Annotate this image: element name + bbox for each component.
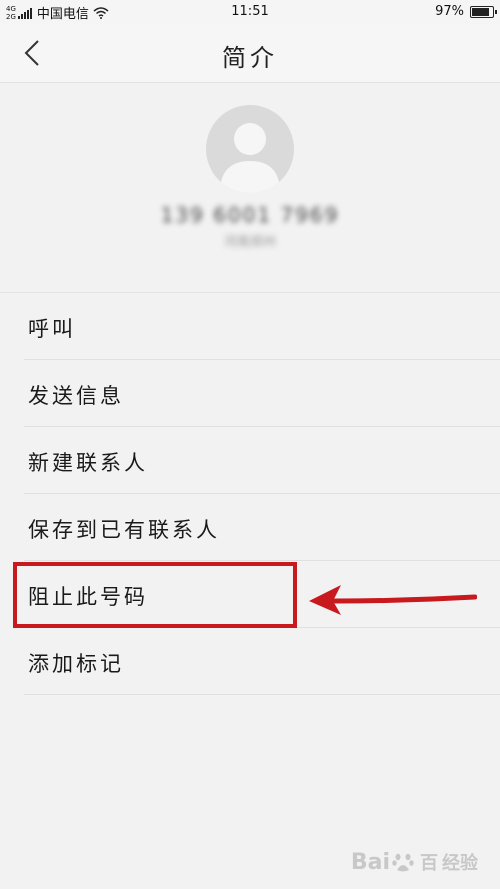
action-menu: 呼叫 发送信息 新建联系人 保存到已有联系人 阻止此号码 添加标记 — [0, 293, 500, 695]
phone-location: 河南郑州 — [223, 235, 276, 250]
menu-item-add-tag[interactable]: 添加标记 — [0, 628, 500, 695]
menu-item-send-message[interactable]: 发送信息 — [0, 360, 500, 427]
menu-item-label: 发送信息 — [28, 384, 124, 408]
person-icon — [220, 123, 280, 193]
watermark-brand: Bai — [350, 849, 390, 875]
phone-number: 139 6001 7969 — [160, 203, 340, 227]
divider — [24, 694, 500, 695]
nav-bar: 简介 — [0, 24, 500, 83]
page-title: 简介 — [222, 44, 278, 72]
menu-item-call[interactable]: 呼叫 — [0, 293, 500, 360]
menu-item-label: 呼叫 — [28, 317, 76, 341]
battery-percent: 97% — [435, 4, 464, 19]
status-time: 11:51 — [231, 4, 269, 19]
menu-item-label: 新建联系人 — [28, 451, 148, 475]
menu-item-save-to-existing[interactable]: 保存到已有联系人 — [0, 494, 500, 561]
status-bar: 4G 2G 中国电信 11:51 97% — [0, 0, 500, 24]
watermark-brand-end: 百 — [420, 853, 438, 874]
baidu-jingyan-watermark: Bai 百 经验 — [351, 849, 478, 875]
battery-fill — [472, 7, 490, 16]
avatar — [206, 105, 294, 193]
watermark-suffix: 经验 — [442, 853, 478, 874]
menu-item-block-number[interactable]: 阻止此号码 — [0, 561, 500, 628]
paw-icon — [392, 853, 414, 872]
menu-item-label: 阻止此号码 — [28, 585, 148, 609]
menu-item-label: 添加标记 — [28, 652, 124, 676]
menu-item-label: 保存到已有联系人 — [28, 518, 220, 542]
battery-icon — [470, 5, 497, 18]
menu-item-new-contact[interactable]: 新建联系人 — [0, 427, 500, 494]
contact-profile: 139 6001 7969 河南郑州 — [0, 83, 500, 293]
status-right: 97% — [435, 4, 497, 19]
